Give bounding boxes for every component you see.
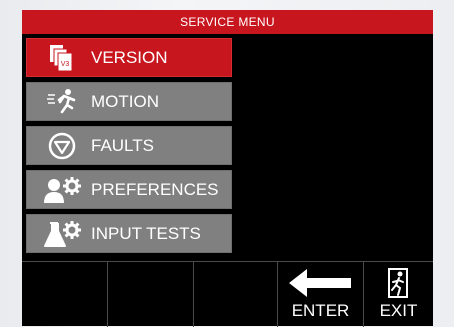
menu-item-faults[interactable]: FAULTS bbox=[26, 126, 232, 165]
motion-icon bbox=[41, 84, 83, 120]
softkey-1[interactable] bbox=[22, 262, 108, 327]
menu-item-label: PREFERENCES bbox=[91, 179, 219, 199]
svg-text:V3: V3 bbox=[61, 61, 70, 68]
exit-door-icon bbox=[364, 268, 433, 300]
softkey-bar: ENTER EXIT bbox=[22, 261, 433, 327]
page-title: SERVICE MENU bbox=[180, 15, 275, 29]
faults-icon bbox=[41, 128, 83, 164]
menu-item-label: FAULTS bbox=[91, 135, 154, 155]
input-tests-icon bbox=[41, 216, 83, 252]
menu-item-label: MOTION bbox=[91, 91, 159, 111]
menu-item-preferences[interactable]: PREFERENCES bbox=[26, 170, 232, 209]
exit-button[interactable]: EXIT bbox=[364, 262, 433, 327]
menu-item-input-tests[interactable]: INPUT TESTS bbox=[26, 214, 232, 253]
exit-label: EXIT bbox=[379, 301, 418, 320]
enter-button[interactable]: ENTER bbox=[278, 262, 364, 327]
enter-arrow-icon bbox=[278, 268, 363, 298]
preferences-icon bbox=[41, 172, 83, 208]
softkey-2[interactable] bbox=[108, 262, 194, 327]
menu-item-label: VERSION bbox=[91, 47, 168, 67]
version-icon: V3 bbox=[41, 40, 83, 76]
page-title-bar: SERVICE MENU bbox=[22, 10, 433, 34]
menu-item-motion[interactable]: MOTION bbox=[26, 82, 232, 121]
menu-item-version[interactable]: V3 VERSION bbox=[26, 38, 232, 77]
softkey-3[interactable] bbox=[194, 262, 278, 327]
menu-item-label: INPUT TESTS bbox=[91, 223, 201, 243]
enter-label: ENTER bbox=[291, 301, 350, 320]
service-menu-screen: SERVICE MENU V3 VERSION MOTION FAULTS PR… bbox=[22, 10, 433, 327]
